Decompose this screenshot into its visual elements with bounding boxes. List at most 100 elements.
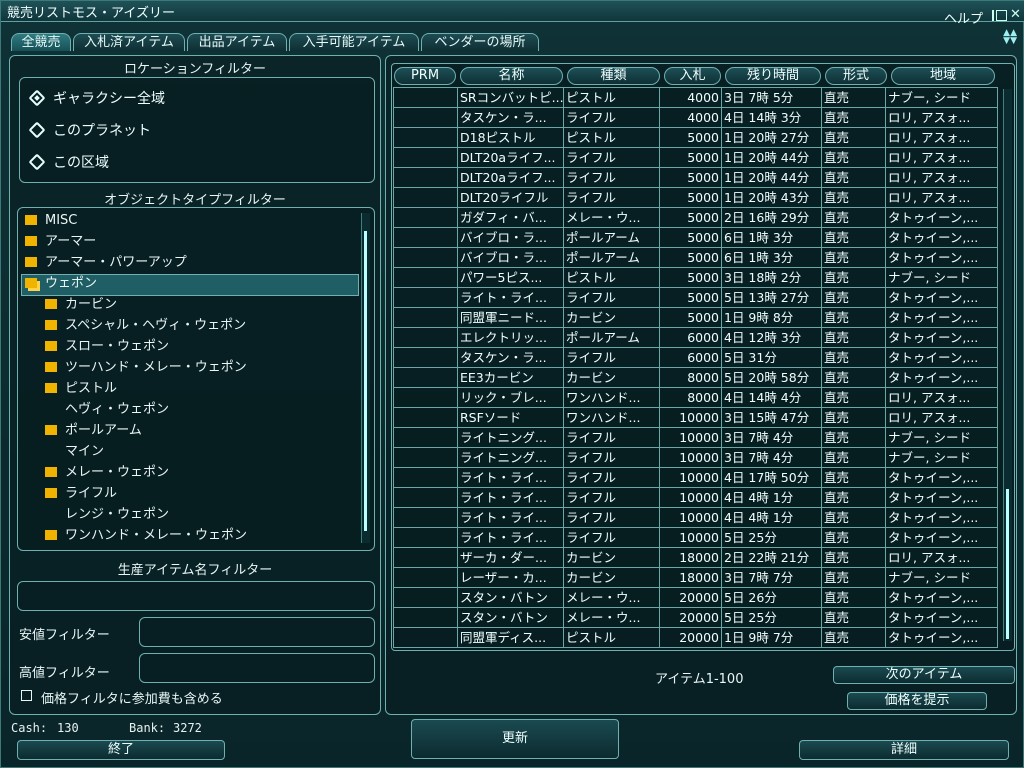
tree-item-label: ツーハンド・メレー・ウェポン [65,360,247,375]
tree-item[interactable]: ツーハンド・メレー・ウェポン [45,358,247,378]
tree-item[interactable]: MISC [25,211,77,231]
include-fee-label: 価格フィルタに参加費も含める [41,692,223,707]
object-type-tree[interactable]: MISC アーマー アーマー・パワーアップ ウェポン カービン スペシャル・ヘヴィ・ウェポ… [19,211,359,545]
table-row[interactable]: DLT20ライフル ライフル 5000 1日 20時 43分 直売 ロリ, アスォ... [393,187,998,208]
table-row[interactable]: ライト・ライ... ライフル 10000 4日 4時 1分 直売 タトゥイーン,... [393,487,998,508]
table-row[interactable]: ライト・ライ... ライフル 10000 4日 4時 1分 直売 タトゥイーン,... [393,507,998,528]
tree-item[interactable]: ライフル [45,484,117,504]
tab-listed-items[interactable]: 出品アイテム [187,33,287,51]
title-bar[interactable]: 競売リストモス・アイズリー ヘルプ ✕ [1,1,1024,27]
radio-galaxy[interactable]: ギャラクシー全域 [28,88,165,108]
folder-icon [45,467,57,477]
tree-item[interactable]: マイン [45,442,104,462]
table-cell: ライフル [563,107,660,128]
table-cell: 10000 [659,467,722,488]
table-row[interactable]: ライト・ライ... ライフル 10000 4日 17時 50分 直売 タトゥイーン,... [393,467,998,488]
tree-item[interactable]: カービン [45,295,117,315]
tab-all-auctions[interactable]: 全競売 [11,33,71,51]
table-row[interactable]: DLT20aライフ... ライフル 5000 1日 20時 44分 直売 ロリ, アスォ.… [393,147,998,168]
table-cell [393,547,458,568]
table-row[interactable]: DLT20aライフ... ライフル 5000 1日 20時 44分 直売 ロリ, アスォ.… [393,167,998,188]
max-price-input[interactable] [139,653,375,683]
tree-scrollbar[interactable] [361,213,370,543]
column-region[interactable]: 地域 [891,67,995,85]
tree-scrollbar-thumb[interactable] [364,231,367,531]
column-name[interactable]: 名称 [460,67,563,85]
tree-item[interactable]: ピストル [45,379,117,399]
radio-planet[interactable]: このプラネット [28,120,151,140]
table-row[interactable]: バイブロ・ラ... ポールアーム 5000 6日 1時 3分 直売 タトゥイーン,... [393,247,998,268]
table-row[interactable]: ガダフィ・バ... メレー・ウ... 5000 2日 16時 29分 直売 タトゥイーン,… [393,207,998,228]
tab-scroll-arrows-icon[interactable]: ▲▲ ▼▼ [1003,29,1017,46]
table-cell: 2日 22時 21分 [721,547,822,568]
column-type[interactable]: 種類 [567,67,660,85]
refresh-button[interactable]: 更新 [411,719,619,759]
table-row[interactable]: 同盟軍ニード... カービン 5000 1日 9時 8分 直売 タトゥイーン,... [393,307,998,328]
close-icon[interactable]: ✕ [1010,8,1021,21]
results-scrollbar[interactable] [1003,89,1012,641]
column-time-left[interactable]: 残り時間 [725,67,821,85]
table-cell: スタン・バトン [457,587,564,608]
exit-button[interactable]: 終了 [17,740,225,760]
table-cell: 直売 [821,547,886,568]
table-row[interactable]: ライトニング... ライフル 10000 3日 7時 4分 直売 ナブー, シード [393,447,998,468]
tree-item[interactable]: ヘヴィ・ウェポン [45,400,169,420]
tree-item[interactable]: スペシャル・ヘヴィ・ウェポン [45,316,246,336]
table-row[interactable]: ザーカ・ダー... カービン 18000 2日 22時 21分 直売 ロリ, アスォ... [393,547,998,568]
table-row[interactable]: スタン・バトン メレー・ウ... 20000 5日 25分 直売 タトゥイーン,... [393,607,998,628]
tab-vendor-locations[interactable]: ベンダーの場所 [421,33,539,51]
table-row[interactable]: ライトニング... ライフル 10000 3日 7時 4分 直売 ナブー, シード [393,427,998,448]
folder-icon [45,299,57,309]
tree-item[interactable]: ウェポン [25,274,97,294]
table-row[interactable]: レーザー・カ... カービン 18000 3日 7時 7分 直売 ナブー, シード [393,567,998,588]
table-cell: 20000 [659,627,722,648]
details-button[interactable]: 詳細 [799,740,1009,760]
radio-region[interactable]: この区域 [28,152,109,172]
min-price-input[interactable] [139,617,375,647]
column-bid[interactable]: 入札 [664,67,721,85]
table-row[interactable]: リック・ブレ... ワンハンド... 8000 4日 14時 4分 直売 ロリ, アスォ.… [393,387,998,408]
table-cell: 5000 [659,267,722,288]
table-cell: ロリ, アスォ... [885,407,998,428]
table-row[interactable]: タスケン・ラ... ライフル 4000 4日 14時 3分 直売 ロリ, アスォ... [393,107,998,128]
table-row[interactable]: SRコンバットピ... ピストル 4000 3日 7時 5分 直売 ナブー, シード [393,87,998,108]
table-row[interactable]: 同盟軍ディス... ピストル 20000 1日 9時 7分 直売 タトゥイーン,... [393,627,998,648]
table-cell: 1日 20時 44分 [721,167,822,188]
table-cell: 直売 [821,207,886,228]
table-cell: リック・ブレ... [457,387,564,408]
results-scrollbar-thumb[interactable] [1006,489,1009,639]
table-row[interactable]: パワー5ピス... ピストル 5000 3日 18時 2分 直売 ナブー, シード [393,267,998,288]
table-cell: 直売 [821,527,886,548]
table-cell: 直売 [821,327,886,348]
table-row[interactable]: スタン・バトン メレー・ウ... 20000 5日 26分 直売 タトゥイーン,... [393,587,998,608]
table-row[interactable]: EE3カービン カービン 8000 5日 20時 58分 直売 タトゥイーン,... [393,367,998,388]
table-row[interactable]: バイブロ・ラ... ポールアーム 5000 6日 1時 3分 直売 タトゥイーン,... [393,227,998,248]
help-link[interactable]: ヘルプ [944,8,983,27]
tree-item[interactable]: ワンハンド・メレー・ウェポン [45,526,247,545]
column-format[interactable]: 形式 [825,67,887,85]
tab-available-items[interactable]: 入手可能アイテム [289,33,419,51]
tree-item[interactable]: ポールアーム [45,421,142,441]
tree-item[interactable]: レンジ・ウェポン [45,505,169,525]
table-row[interactable]: タスケン・ラ... ライフル 6000 5日 31分 直売 タトゥイーン,... [393,347,998,368]
minimize-icon[interactable] [992,10,995,21]
tree-item[interactable]: アーマー・パワーアップ [25,253,187,273]
tree-item[interactable]: メレー・ウェポン [45,463,169,483]
table-row[interactable]: ライト・ライ... ライフル 10000 5日 25分 直売 タトゥイーン,... [393,527,998,548]
name-filter-input[interactable] [17,581,375,611]
table-cell: DLT20ライフル [457,187,564,208]
table-row[interactable]: エレクトリッ... ポールアーム 6000 4日 12時 3分 直売 タトゥイーン,... [393,327,998,348]
make-offer-button[interactable]: 価格を提示 [847,692,987,710]
next-items-button[interactable]: 次のアイテム [833,666,1015,684]
tab-bid-items[interactable]: 入札済アイテム [73,33,185,51]
tree-item[interactable]: スロー・ウェポン [45,337,169,357]
maximize-icon[interactable] [996,10,1007,21]
table-row[interactable]: ライト・ライ... ライフル 5000 5日 13時 27分 直売 タトゥイーン,... [393,287,998,308]
table-row[interactable]: D18ピストル ピストル 5000 1日 20時 27分 直売 ロリ, アスォ... [393,127,998,148]
table-row[interactable]: RSFソード ワンハンド... 10000 3日 15時 47分 直売 ロリ, アスォ..… [393,407,998,428]
tree-item[interactable]: アーマー [25,232,96,252]
table-cell [393,247,458,268]
include-fee-checkbox[interactable] [21,690,32,701]
table-cell [393,347,458,368]
column-prm[interactable]: PRM [394,67,456,85]
